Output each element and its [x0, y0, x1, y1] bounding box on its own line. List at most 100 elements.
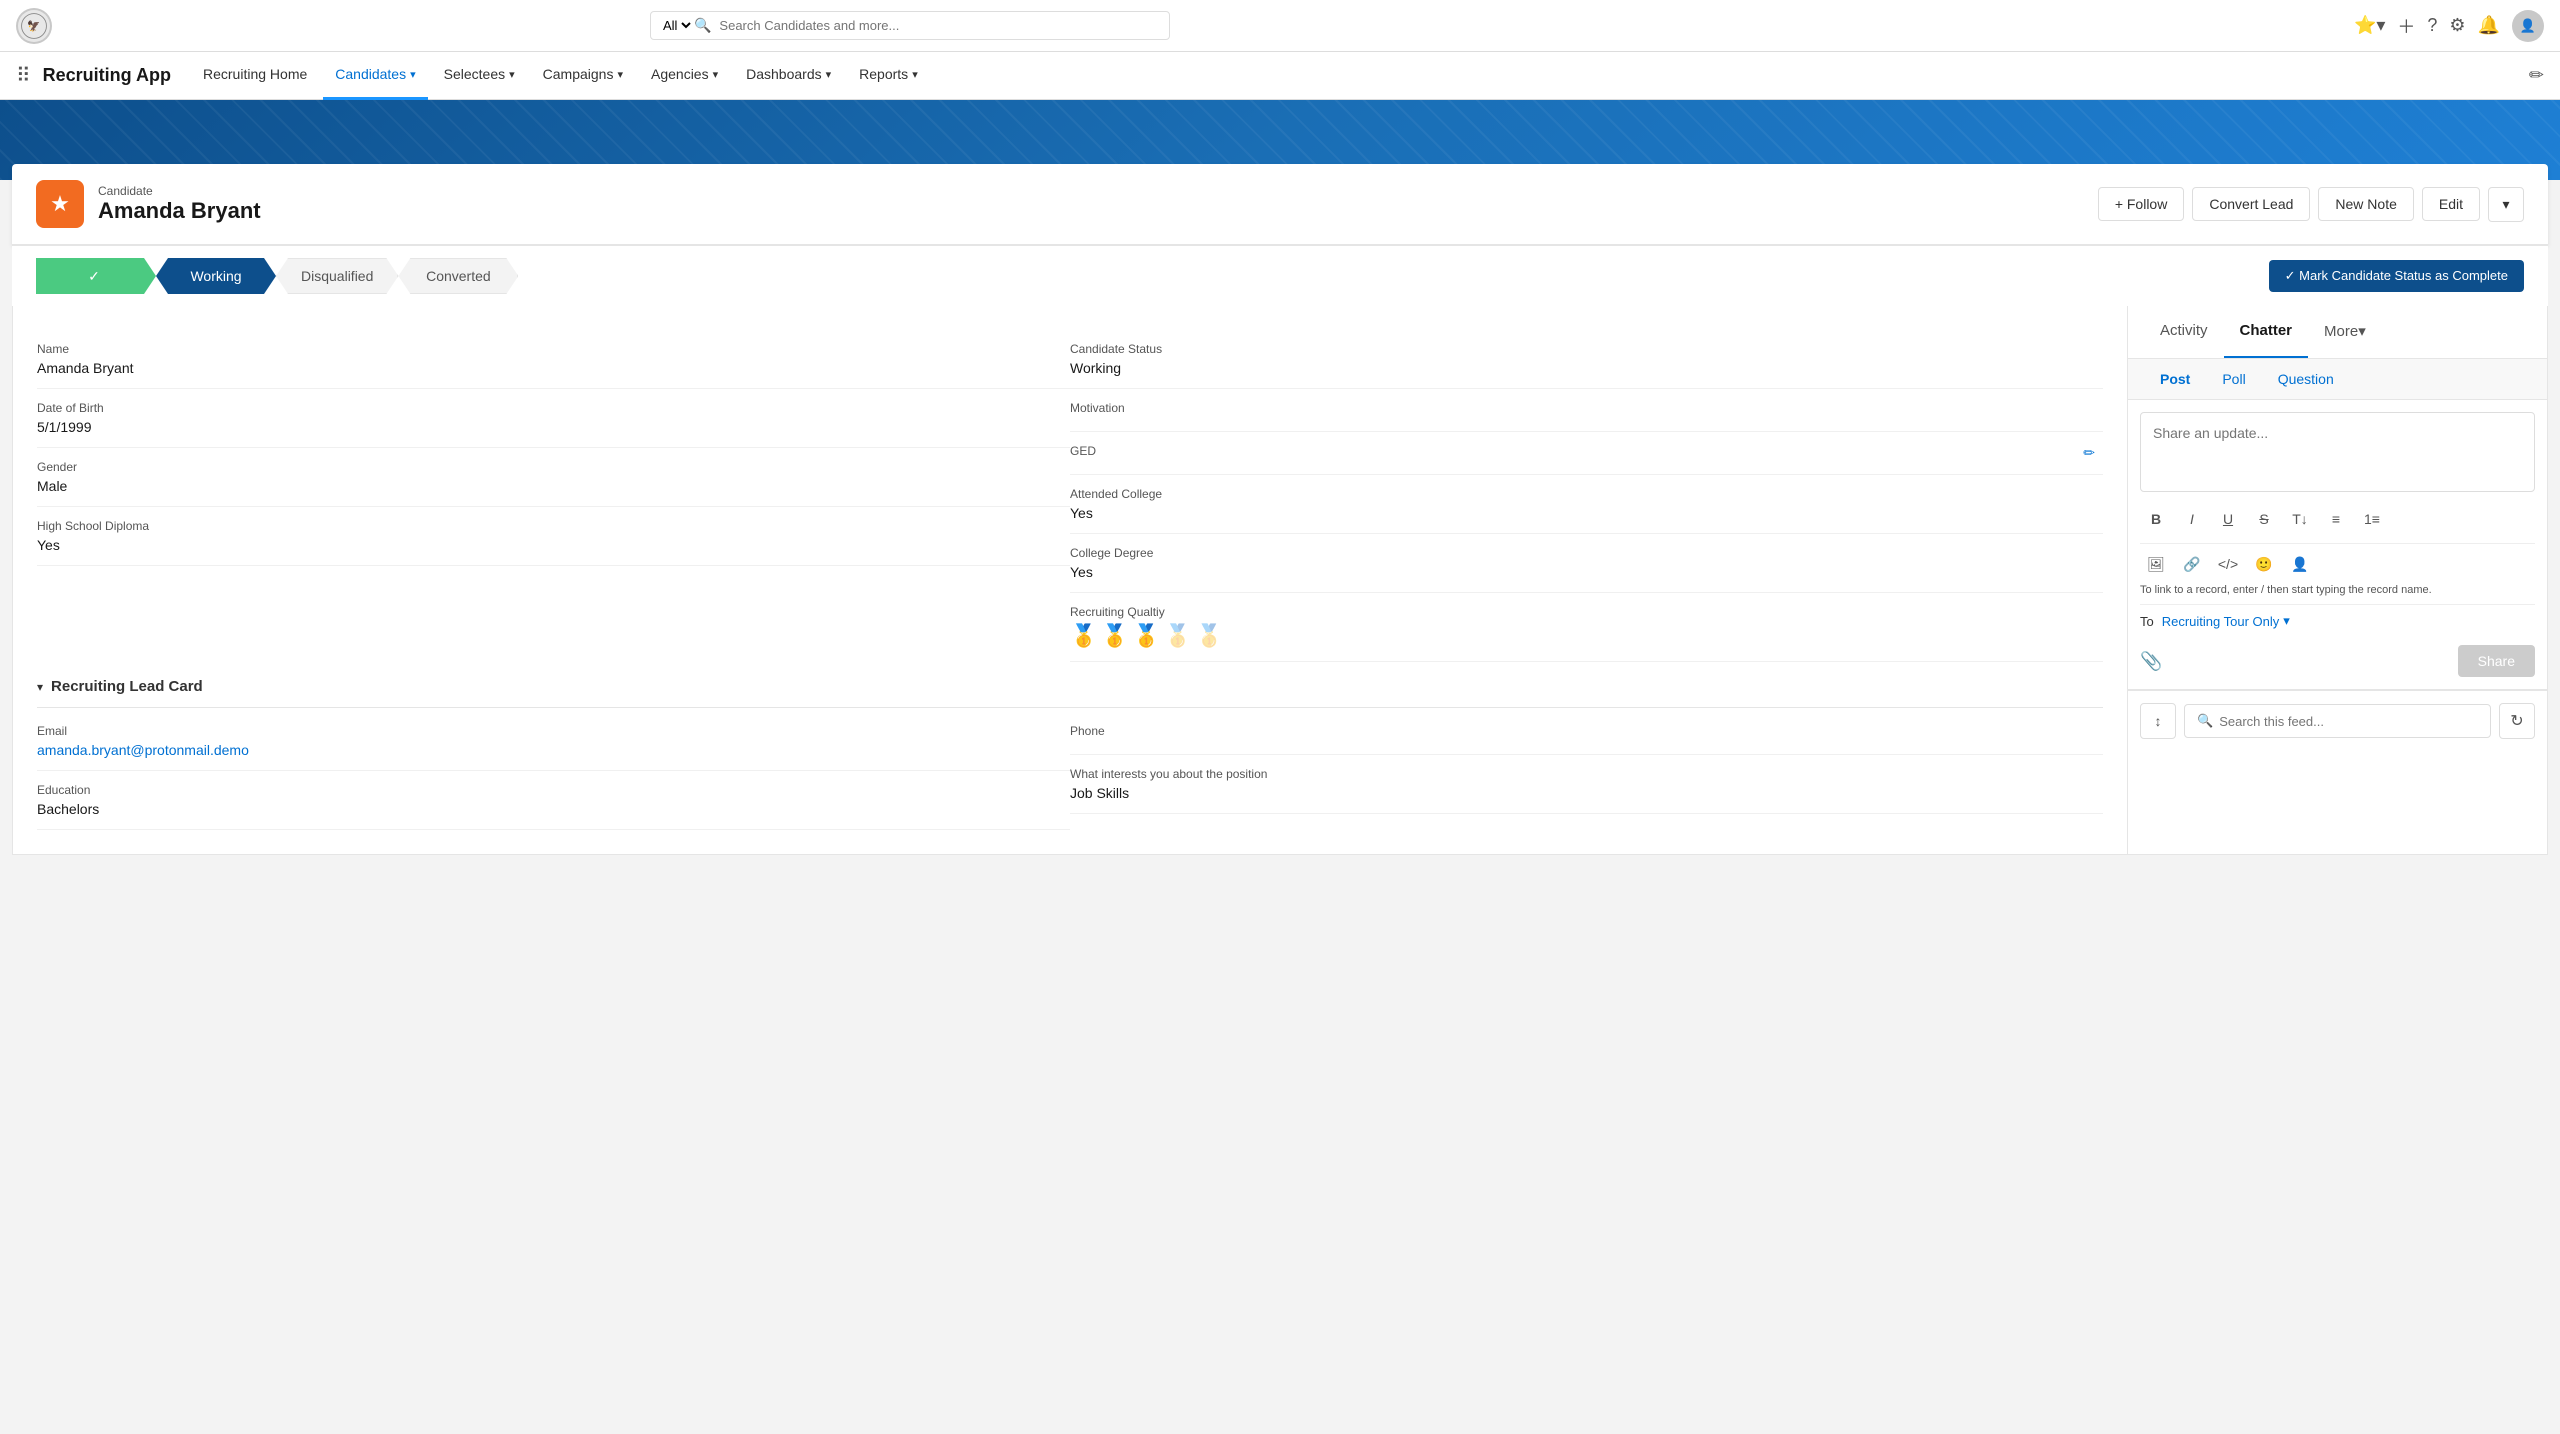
left-fields: Name Amanda Bryant ✏ Date of Birth 5/1/1…	[37, 330, 1070, 662]
convert-lead-button[interactable]: Convert Lead	[2192, 187, 2310, 221]
campaigns-chevron-icon: ▾	[617, 68, 623, 81]
app-launcher-icon[interactable]: ⠿	[16, 63, 31, 88]
user-avatar[interactable]: 👤	[2512, 10, 2544, 42]
medal-1: 🥇	[1070, 623, 1097, 649]
mention-button[interactable]: 👤	[2284, 548, 2316, 580]
follow-button[interactable]: + Follow	[2098, 187, 2185, 221]
reports-chevron-icon: ▾	[912, 68, 918, 81]
record-header: ★ Candidate Amanda Bryant + Follow Conve…	[12, 164, 2548, 245]
nav-reports[interactable]: Reports ▾	[847, 52, 930, 100]
feed-controls: ↕ 🔍 ↻	[2128, 690, 2547, 751]
tab-more[interactable]: More▾	[2308, 306, 2382, 358]
post-tab-post[interactable]: Post	[2144, 359, 2206, 399]
field-edit-ged[interactable]: ✏	[2083, 445, 2095, 462]
detail-panel: Name Amanda Bryant ✏ Date of Birth 5/1/1…	[12, 306, 2128, 855]
post-textarea[interactable]	[2140, 412, 2535, 492]
edit-button[interactable]: Edit	[2422, 187, 2480, 221]
search-scope-select[interactable]: All	[659, 17, 694, 34]
numbered-list-button[interactable]: 1≡	[2356, 503, 2388, 535]
post-tab-poll[interactable]: Poll	[2206, 359, 2261, 399]
more-actions-button[interactable]: ▾	[2488, 187, 2524, 222]
post-actions: 📎 Share	[2140, 637, 2535, 677]
bullet-list-button[interactable]: ≡	[2320, 503, 2352, 535]
status-step-working[interactable]: Working	[156, 258, 276, 294]
nav-agencies[interactable]: Agencies ▾	[639, 52, 730, 100]
lead-card-field-grid: Email amanda.bryant@protonmail.demo ✏ Ed…	[37, 712, 2103, 830]
share-button[interactable]: Share	[2458, 645, 2535, 677]
feed-refresh-button[interactable]: ↻	[2499, 703, 2535, 739]
record-meta: Candidate Amanda Bryant	[98, 184, 2098, 224]
selectees-chevron-icon: ▾	[509, 68, 515, 81]
section-title: Recruiting Lead Card	[51, 678, 203, 695]
nav-campaigns[interactable]: Campaigns ▾	[531, 52, 635, 100]
status-bar: ✓ Working Disqualified Converted ✓ Mark …	[12, 245, 2548, 306]
svg-text:🦅: 🦅	[27, 19, 40, 32]
chatter-tabs: Activity Chatter More▾	[2128, 306, 2547, 359]
search-input[interactable]	[711, 12, 1161, 39]
bold-button[interactable]: B	[2140, 503, 2172, 535]
subscript-button[interactable]: T↓	[2284, 503, 2316, 535]
dashboards-chevron-icon: ▾	[826, 68, 832, 81]
field-gender: Gender Male ✏	[37, 448, 1070, 507]
status-step-completed[interactable]: ✓	[36, 258, 156, 294]
formatting-toolbar: B I U S T↓ ≡ 1≡	[2140, 495, 2535, 544]
app-logo: 🦅	[16, 8, 52, 44]
notifications-button[interactable]: 🔔	[2478, 15, 2500, 36]
nav-dashboards[interactable]: Dashboards ▾	[734, 52, 843, 100]
to-chevron-icon: ▾	[2283, 613, 2290, 629]
tab-chatter[interactable]: Chatter	[2224, 306, 2309, 358]
attach-button[interactable]: 📎	[2140, 651, 2162, 672]
post-area: B I U S T↓ ≡ 1≡ 🖼 🔗 </> 🙂 👤 To link to a…	[2128, 400, 2547, 690]
mark-complete-button[interactable]: ✓ Mark Candidate Status as Complete	[2269, 260, 2524, 292]
nav-edit-icon[interactable]: ✏	[2529, 65, 2544, 86]
italic-button[interactable]: I	[2176, 503, 2208, 535]
email-link[interactable]: amanda.bryant@protonmail.demo	[37, 742, 1054, 758]
lead-card-left-fields: Email amanda.bryant@protonmail.demo ✏ Ed…	[37, 712, 1070, 830]
app-nav: ⠿ Recruiting App Recruiting Home Candida…	[0, 52, 2560, 100]
field-attended-college: Attended College Yes ✏	[1070, 475, 2103, 534]
record-actions: + Follow Convert Lead New Note Edit ▾	[2098, 187, 2524, 222]
post-to-label: To	[2140, 614, 2154, 629]
field-name: Name Amanda Bryant ✏	[37, 330, 1070, 389]
recruiting-lead-card-header[interactable]: ▾ Recruiting Lead Card	[37, 662, 2103, 703]
strikethrough-button[interactable]: S	[2248, 503, 2280, 535]
favorites-button[interactable]: ⭐▾	[2354, 15, 2385, 36]
medal-2: 🥇	[1101, 623, 1128, 649]
link-button[interactable]: 🔗	[2176, 548, 2208, 580]
search-icon: 🔍	[694, 17, 711, 34]
feed-search: 🔍	[2184, 704, 2491, 738]
nav-icons: ⭐▾ ＋ ? ⚙ 🔔 👤	[2354, 10, 2544, 42]
field-diploma: High School Diploma Yes ✏	[37, 507, 1070, 566]
field-recruiting-quality: Recruiting Qualtiy 🥇 🥇 🥇 🥇 🥇 ✏	[1070, 593, 2103, 662]
new-note-button[interactable]: New Note	[2318, 187, 2413, 221]
status-step-disqualified[interactable]: Disqualified	[276, 258, 398, 294]
tab-activity[interactable]: Activity	[2144, 306, 2224, 358]
code-button[interactable]: </>	[2212, 548, 2244, 580]
record-type-icon: ★	[36, 180, 84, 228]
post-to-value[interactable]: Recruiting Tour Only ▾	[2162, 613, 2290, 629]
feed-search-input[interactable]	[2219, 714, 2478, 729]
field-phone: Phone ✏	[1070, 712, 2103, 755]
field-position-interest: What interests you about the position Jo…	[1070, 755, 2103, 814]
add-button[interactable]: ＋	[2397, 13, 2415, 39]
post-to-row: To Recruiting Tour Only ▾	[2140, 604, 2535, 637]
help-button[interactable]: ?	[2427, 15, 2437, 36]
search-bar: All 🔍	[650, 11, 1170, 40]
post-tabs: Post Poll Question	[2128, 359, 2547, 400]
star-icon: ★	[50, 191, 70, 217]
chatter-panel: Activity Chatter More▾ Post Poll Questio…	[2128, 306, 2548, 855]
nav-selectees[interactable]: Selectees ▾	[432, 52, 527, 100]
nav-candidates[interactable]: Candidates ▾	[323, 52, 427, 100]
feed-sort-button[interactable]: ↕	[2140, 703, 2176, 739]
status-steps: ✓ Working Disqualified Converted	[36, 258, 2269, 294]
record-name: Amanda Bryant	[98, 198, 2098, 224]
top-nav: 🦅 All 🔍 ⭐▾ ＋ ? ⚙ 🔔 👤	[0, 0, 2560, 52]
settings-button[interactable]: ⚙	[2449, 15, 2465, 36]
lead-card-right-fields: Phone ✏ What interests you about the pos…	[1070, 712, 2103, 830]
status-step-converted[interactable]: Converted	[398, 258, 518, 294]
underline-button[interactable]: U	[2212, 503, 2244, 535]
emoji-button[interactable]: 🙂	[2248, 548, 2280, 580]
post-tab-question[interactable]: Question	[2262, 359, 2350, 399]
image-button[interactable]: 🖼	[2140, 548, 2172, 580]
nav-recruiting-home[interactable]: Recruiting Home	[191, 52, 319, 100]
